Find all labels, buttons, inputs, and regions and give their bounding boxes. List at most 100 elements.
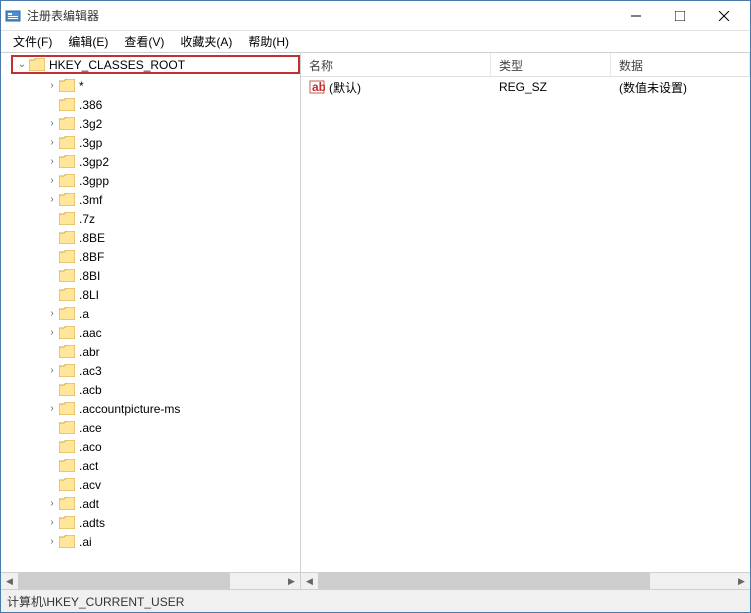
- chevron-right-icon[interactable]: ›: [45, 175, 59, 186]
- window-title: 注册表编辑器: [27, 7, 614, 24]
- tree-item[interactable]: .386: [45, 95, 300, 114]
- tree-item[interactable]: ›.3mf: [45, 190, 300, 209]
- tree-item[interactable]: ›.ai: [45, 532, 300, 551]
- tree-item[interactable]: .8BI: [45, 266, 300, 285]
- hscroll-left[interactable]: ◀: [1, 573, 18, 590]
- tree-item[interactable]: .acb: [45, 380, 300, 399]
- chevron-right-icon[interactable]: ›: [45, 327, 59, 338]
- tree[interactable]: ⌄ HKEY_CLASSES_ROOT ›*.386›.3g2›.3gp›.3g…: [1, 53, 300, 572]
- hscroll-right[interactable]: ▶: [733, 573, 750, 590]
- hscroll-thumb[interactable]: [318, 573, 650, 590]
- tree-item[interactable]: › .3gp2: [45, 152, 300, 171]
- tree-item-label: .aac: [79, 326, 102, 340]
- tree-item[interactable]: › .aac: [45, 323, 300, 342]
- chevron-down-icon[interactable]: ⌄: [15, 59, 29, 70]
- tree-item[interactable]: .aco: [45, 437, 300, 456]
- chevron-right-icon[interactable]: ›: [45, 308, 59, 319]
- menu-view[interactable]: 查看(V): [116, 31, 172, 52]
- list-hscroll[interactable]: ◀ ▶: [301, 572, 750, 589]
- tree-item[interactable]: .act: [45, 456, 300, 475]
- menu-edit[interactable]: 编辑(E): [60, 31, 116, 52]
- chevron-right-icon[interactable]: ›: [45, 156, 59, 167]
- column-name[interactable]: 名称: [301, 53, 491, 76]
- tree-item-label: .acv: [79, 478, 101, 492]
- tree-item[interactable]: .8BF: [45, 247, 300, 266]
- hscroll-left[interactable]: ◀: [301, 573, 318, 590]
- list-pane: 名称 类型 数据 ab (默认) REG_SZ (数值未设置) ◀ ▶: [301, 53, 750, 589]
- tree-item[interactable]: › .3g2: [45, 114, 300, 133]
- tree-item-label: .abr: [79, 345, 100, 359]
- tree-item-label: .3g2: [79, 117, 102, 131]
- tree-item[interactable]: ›*: [45, 76, 300, 95]
- tree-item-label: .8BI: [79, 269, 100, 283]
- chevron-right-icon[interactable]: ›: [45, 194, 59, 205]
- hscroll-track[interactable]: [318, 573, 733, 590]
- tree-item[interactable]: .8BE: [45, 228, 300, 247]
- maximize-button[interactable]: [658, 2, 702, 30]
- titlebar: 注册表编辑器: [1, 1, 750, 31]
- menu-file[interactable]: 文件(F): [5, 31, 60, 52]
- tree-item[interactable]: ›.adts: [45, 513, 300, 532]
- folder-icon: [59, 497, 75, 510]
- chevron-right-icon[interactable]: ›: [45, 498, 59, 509]
- folder-icon: [59, 326, 75, 339]
- hscroll-right[interactable]: ▶: [283, 573, 300, 590]
- tree-item[interactable]: .acv: [45, 475, 300, 494]
- close-button[interactable]: [702, 2, 746, 30]
- tree-hscroll[interactable]: ◀ ▶: [1, 572, 300, 589]
- list-body[interactable]: ab (默认) REG_SZ (数值未设置): [301, 77, 750, 572]
- tree-item-label: .a: [79, 307, 89, 321]
- tree-item[interactable]: ›.ac3: [45, 361, 300, 380]
- hscroll-track[interactable]: [18, 573, 283, 590]
- tree-item-label: .3gp2: [79, 155, 109, 169]
- tree-item[interactable]: › .a: [45, 304, 300, 323]
- cell-name: ab (默认): [301, 77, 491, 98]
- hscroll-thumb[interactable]: [18, 573, 230, 590]
- menu-help[interactable]: 帮助(H): [240, 31, 297, 52]
- folder-icon: [59, 383, 75, 396]
- chevron-right-icon[interactable]: ›: [45, 365, 59, 376]
- tree-item-label: .8BF: [79, 250, 104, 264]
- list-row[interactable]: ab (默认) REG_SZ (数值未设置): [301, 77, 750, 97]
- menubar: 文件(F) 编辑(E) 查看(V) 收藏夹(A) 帮助(H): [1, 31, 750, 53]
- folder-icon: [59, 98, 75, 111]
- folder-icon: [59, 345, 75, 358]
- chevron-right-icon[interactable]: ›: [45, 80, 59, 91]
- chevron-right-icon[interactable]: ›: [45, 517, 59, 528]
- menu-favorites[interactable]: 收藏夹(A): [172, 31, 240, 52]
- tree-item[interactable]: ›.accountpicture-ms: [45, 399, 300, 418]
- folder-icon: [59, 117, 75, 130]
- folder-icon: [59, 79, 75, 92]
- chevron-right-icon[interactable]: ›: [45, 403, 59, 414]
- folder-icon: [59, 174, 75, 187]
- minimize-button[interactable]: [614, 2, 658, 30]
- tree-item[interactable]: › .adt: [45, 494, 300, 513]
- tree-item-label: .act: [79, 459, 98, 473]
- chevron-right-icon[interactable]: ›: [45, 118, 59, 129]
- chevron-right-icon[interactable]: ›: [45, 137, 59, 148]
- folder-icon: [59, 421, 75, 434]
- tree-item[interactable]: .ace: [45, 418, 300, 437]
- column-type[interactable]: 类型: [491, 53, 611, 76]
- column-data[interactable]: 数据: [611, 53, 750, 76]
- statusbar: 计算机\HKEY_CURRENT_USER: [1, 590, 750, 612]
- tree-item[interactable]: .8LI: [45, 285, 300, 304]
- folder-icon: [59, 250, 75, 263]
- tree-item[interactable]: ›.3gpp: [45, 171, 300, 190]
- chevron-right-icon[interactable]: ›: [45, 536, 59, 547]
- cell-type: REG_SZ: [491, 78, 611, 96]
- tree-item-label: .8BE: [79, 231, 105, 245]
- svg-text:ab: ab: [312, 80, 325, 94]
- tree-item-label: .adt: [79, 497, 99, 511]
- tree-item[interactable]: ›.3gp: [45, 133, 300, 152]
- tree-item-label: .acb: [79, 383, 102, 397]
- folder-icon: [59, 459, 75, 472]
- window-controls: [614, 2, 746, 30]
- folder-icon: [59, 288, 75, 301]
- folder-icon: [59, 516, 75, 529]
- tree-item-label: .aco: [79, 440, 102, 454]
- cell-name-text: (默认): [329, 79, 361, 96]
- tree-item[interactable]: .7z: [45, 209, 300, 228]
- tree-item[interactable]: .abr: [45, 342, 300, 361]
- tree-root-hkcr[interactable]: ⌄ HKEY_CLASSES_ROOT: [11, 55, 300, 74]
